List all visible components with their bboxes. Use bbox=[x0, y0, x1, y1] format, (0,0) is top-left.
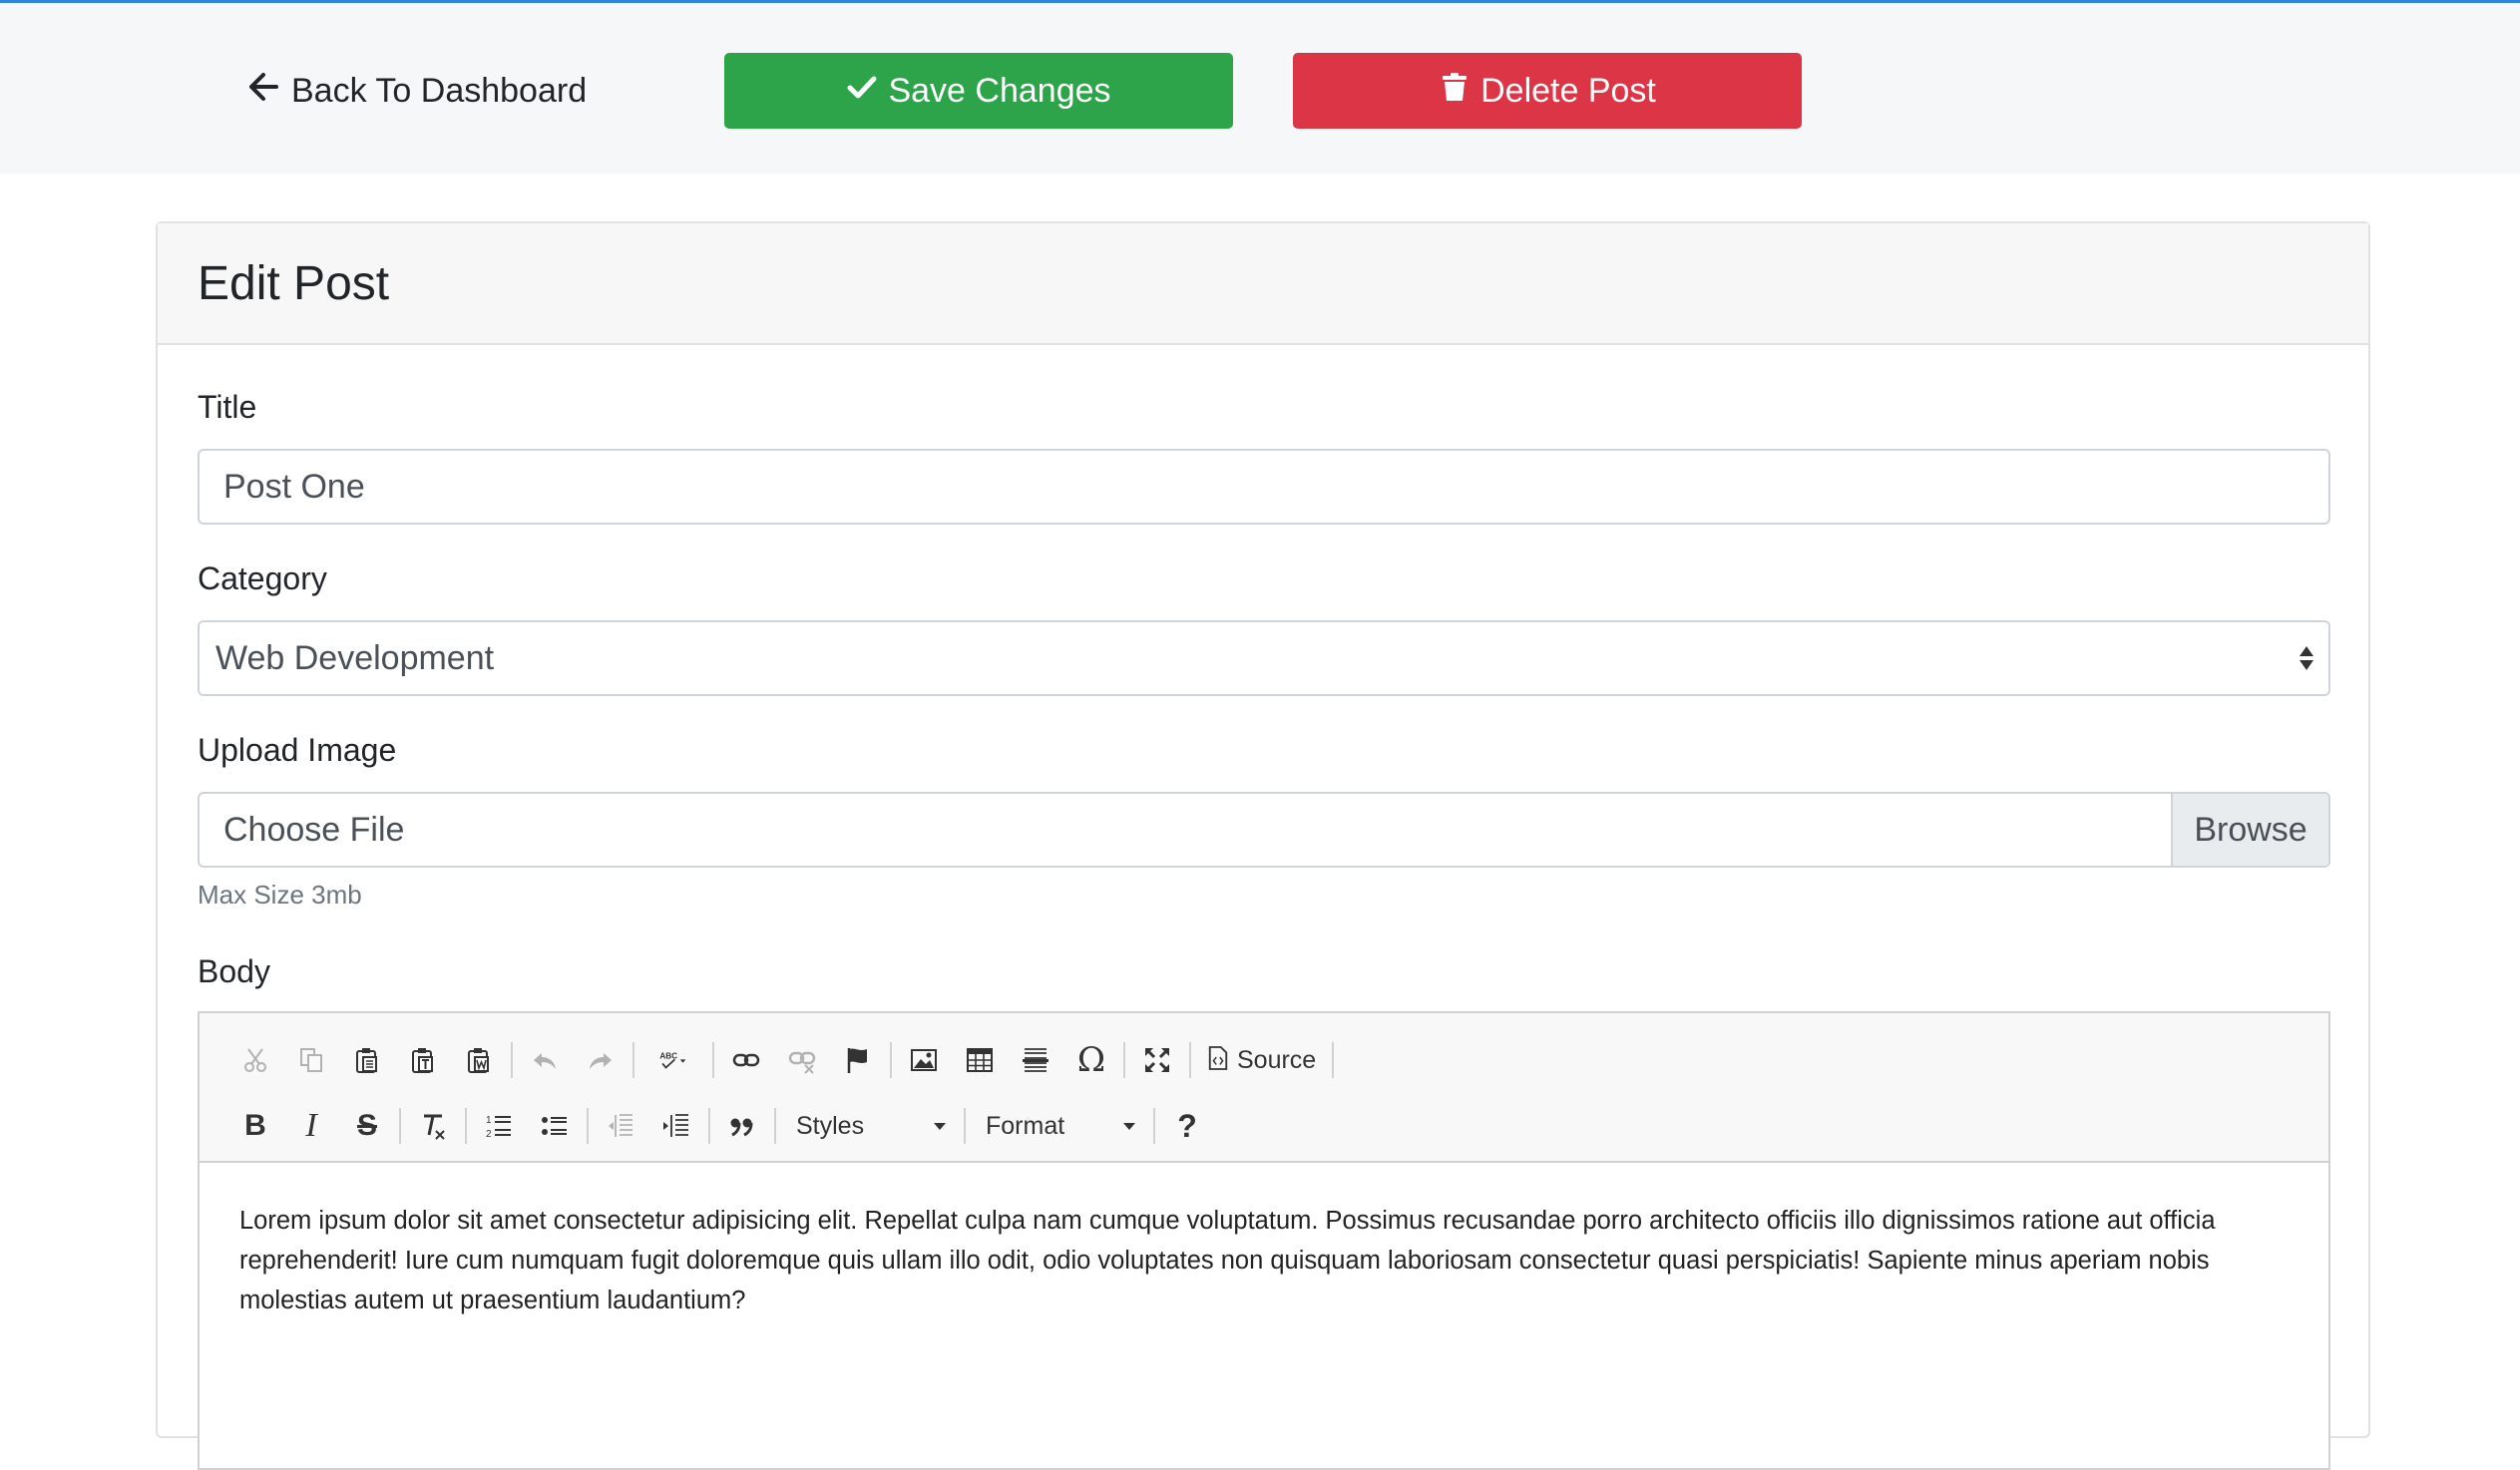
special-character-icon[interactable]: Ω bbox=[1063, 1035, 1119, 1085]
chevron-down-icon bbox=[934, 1122, 946, 1130]
toolbar-row-1: ABC Ω Source bbox=[227, 1027, 2328, 1093]
remove-format-icon[interactable] bbox=[405, 1101, 461, 1151]
source-document-icon bbox=[1207, 1045, 1229, 1076]
file-input-placeholder: Choose File bbox=[223, 810, 405, 849]
paste-text-icon[interactable] bbox=[395, 1035, 451, 1085]
trash-icon bbox=[1439, 71, 1470, 112]
edit-post-card: Edit Post Title Post One Category Web De… bbox=[156, 221, 2370, 1470]
horizontal-rule-icon[interactable] bbox=[1008, 1035, 1063, 1085]
strikethrough-icon[interactable]: S bbox=[339, 1101, 395, 1151]
svg-text:1: 1 bbox=[486, 1115, 492, 1126]
top-action-bar: Back To Dashboard Save Changes Delete Po… bbox=[0, 0, 2520, 174]
card-header: Edit Post bbox=[158, 223, 2368, 345]
toolbar-separator bbox=[774, 1108, 776, 1144]
toolbar-separator bbox=[399, 1108, 401, 1144]
file-input[interactable]: Choose File Browse bbox=[198, 792, 2330, 868]
save-changes-button[interactable]: Save Changes bbox=[724, 53, 1233, 129]
toolbar-separator bbox=[1189, 1042, 1191, 1078]
format-dropdown[interactable]: Format bbox=[970, 1103, 1149, 1149]
toolbar-separator bbox=[1153, 1108, 1155, 1144]
category-select-value: Web Development bbox=[215, 638, 495, 677]
svg-text:2: 2 bbox=[486, 1129, 492, 1140]
decrease-indent-icon[interactable] bbox=[593, 1101, 648, 1151]
title-input-value: Post One bbox=[223, 467, 365, 506]
upload-image-label: Upload Image bbox=[198, 732, 397, 768]
undo-icon[interactable] bbox=[517, 1035, 573, 1085]
link-icon[interactable] bbox=[718, 1035, 774, 1085]
editor-toolbar: ABC Ω Source B I S 1 2 Styles Format ? bbox=[200, 1013, 2328, 1163]
blockquote-icon[interactable] bbox=[714, 1101, 770, 1151]
delete-post-label: Delete Post bbox=[1480, 71, 1656, 110]
rich-text-editor: ABC Ω Source B I S 1 2 Styles Format ? L… bbox=[198, 1011, 2330, 1470]
browse-button[interactable]: Browse bbox=[2171, 794, 2328, 866]
styles-label: Styles bbox=[796, 1111, 865, 1140]
toolbar-separator bbox=[890, 1042, 892, 1078]
format-label: Format bbox=[986, 1111, 1065, 1140]
source-button[interactable]: Source bbox=[1195, 1045, 1328, 1076]
page-title: Edit Post bbox=[198, 256, 390, 310]
source-label: Source bbox=[1237, 1045, 1317, 1074]
cut-icon[interactable] bbox=[227, 1035, 283, 1085]
back-to-dashboard-label: Back To Dashboard bbox=[291, 71, 588, 110]
svg-text:ABC: ABC bbox=[659, 1052, 677, 1061]
redo-icon[interactable] bbox=[573, 1035, 629, 1085]
toolbar-separator bbox=[511, 1042, 513, 1078]
toolbar-row-2: B I S 12 Styles Format ? bbox=[227, 1093, 2328, 1159]
anchor-flag-icon[interactable] bbox=[830, 1035, 886, 1085]
paste-word-icon[interactable] bbox=[451, 1035, 507, 1085]
toolbar-separator bbox=[465, 1108, 467, 1144]
increase-indent-icon[interactable] bbox=[648, 1101, 704, 1151]
toolbar-separator bbox=[964, 1108, 966, 1144]
category-select[interactable]: Web Development bbox=[198, 620, 2330, 696]
check-icon bbox=[846, 71, 878, 112]
toolbar-separator bbox=[1123, 1042, 1125, 1078]
paste-icon[interactable] bbox=[339, 1035, 395, 1085]
body-label: Body bbox=[198, 953, 270, 989]
title-input[interactable]: Post One bbox=[198, 449, 2330, 525]
italic-icon[interactable]: I bbox=[283, 1101, 339, 1151]
bulleted-list-icon[interactable] bbox=[527, 1101, 583, 1151]
styles-dropdown[interactable]: Styles bbox=[780, 1103, 960, 1149]
chevron-down-icon bbox=[1123, 1122, 1135, 1130]
select-arrows-icon bbox=[2299, 645, 2314, 671]
editor-paragraph: Lorem ipsum dolor sit amet consectetur a… bbox=[239, 1207, 2216, 1314]
back-to-dashboard-link[interactable]: Back To Dashboard bbox=[247, 63, 587, 119]
save-changes-label: Save Changes bbox=[888, 71, 1111, 110]
maximize-icon[interactable] bbox=[1129, 1035, 1185, 1085]
copy-icon[interactable] bbox=[283, 1035, 339, 1085]
bold-icon[interactable]: B bbox=[227, 1101, 283, 1151]
toolbar-separator bbox=[708, 1108, 710, 1144]
toolbar-separator bbox=[587, 1108, 589, 1144]
delete-post-button[interactable]: Delete Post bbox=[1293, 53, 1802, 129]
spellcheck-icon[interactable]: ABC bbox=[638, 1035, 708, 1085]
arrow-left-icon bbox=[247, 71, 279, 112]
title-label: Title bbox=[198, 389, 257, 425]
help-icon[interactable]: ? bbox=[1159, 1101, 1215, 1151]
toolbar-separator bbox=[712, 1042, 714, 1078]
image-help-text: Max Size 3mb bbox=[198, 880, 362, 910]
table-icon[interactable] bbox=[952, 1035, 1008, 1085]
toolbar-separator bbox=[632, 1042, 634, 1078]
image-icon[interactable] bbox=[896, 1035, 952, 1085]
toolbar-separator bbox=[1332, 1042, 1335, 1078]
numbered-list-icon[interactable]: 12 bbox=[471, 1101, 527, 1151]
unlink-icon[interactable] bbox=[774, 1035, 830, 1085]
editor-content[interactable]: Lorem ipsum dolor sit amet consectetur a… bbox=[200, 1163, 2328, 1320]
category-label: Category bbox=[198, 560, 327, 596]
